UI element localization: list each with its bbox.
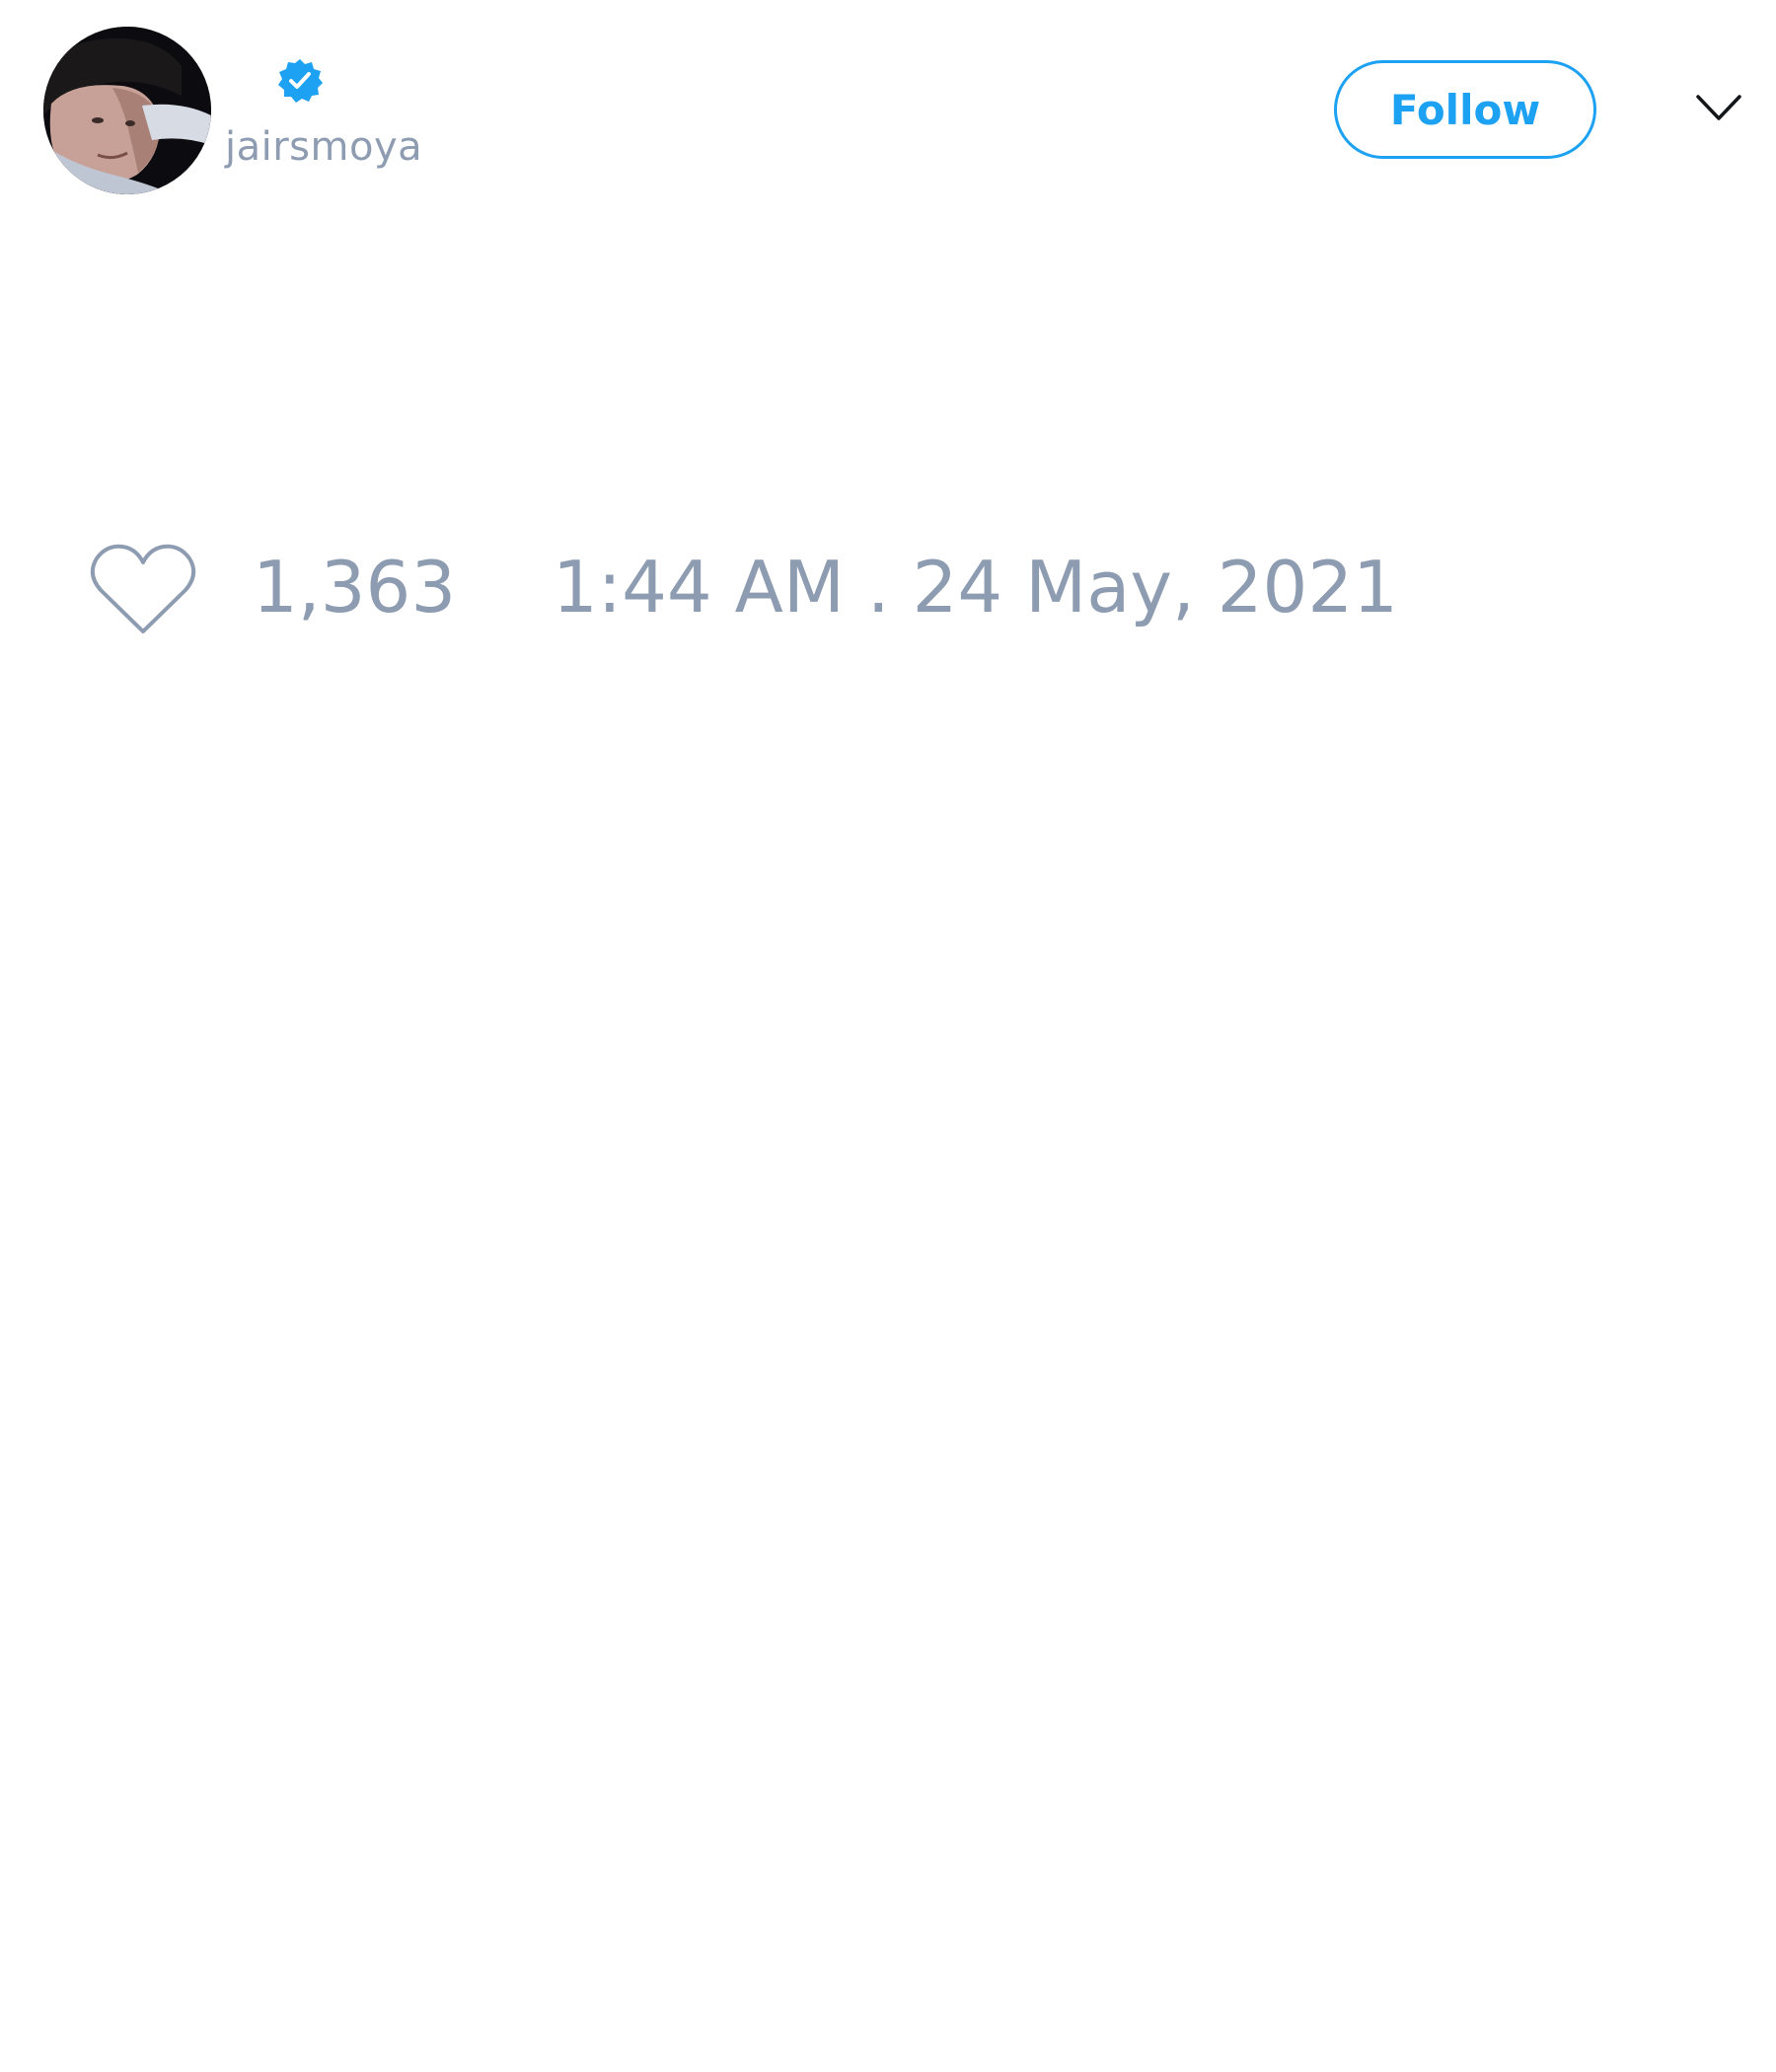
avatar[interactable] bbox=[43, 27, 211, 194]
author-name-block[interactable]: jairsmoya bbox=[223, 53, 815, 182]
tweet-timestamp[interactable]: 1:44 AM . 24 May, 2021 bbox=[553, 543, 1398, 631]
chevron-down-icon[interactable] bbox=[1695, 91, 1742, 126]
tweet-engagement-row: 1,363 1:44 AM . 24 May, 2021 bbox=[0, 533, 1776, 651]
author-handle: jairsmoya bbox=[225, 124, 423, 170]
like-count: 1,363 bbox=[253, 546, 457, 629]
display-name-row bbox=[223, 53, 324, 109]
heart-outline-icon[interactable] bbox=[89, 541, 197, 639]
follow-button[interactable]: Follow bbox=[1334, 60, 1596, 159]
tweet-header: jairsmoya Follow bbox=[0, 0, 1776, 217]
verified-badge-icon bbox=[278, 59, 323, 103]
avatar-photo bbox=[43, 27, 211, 194]
